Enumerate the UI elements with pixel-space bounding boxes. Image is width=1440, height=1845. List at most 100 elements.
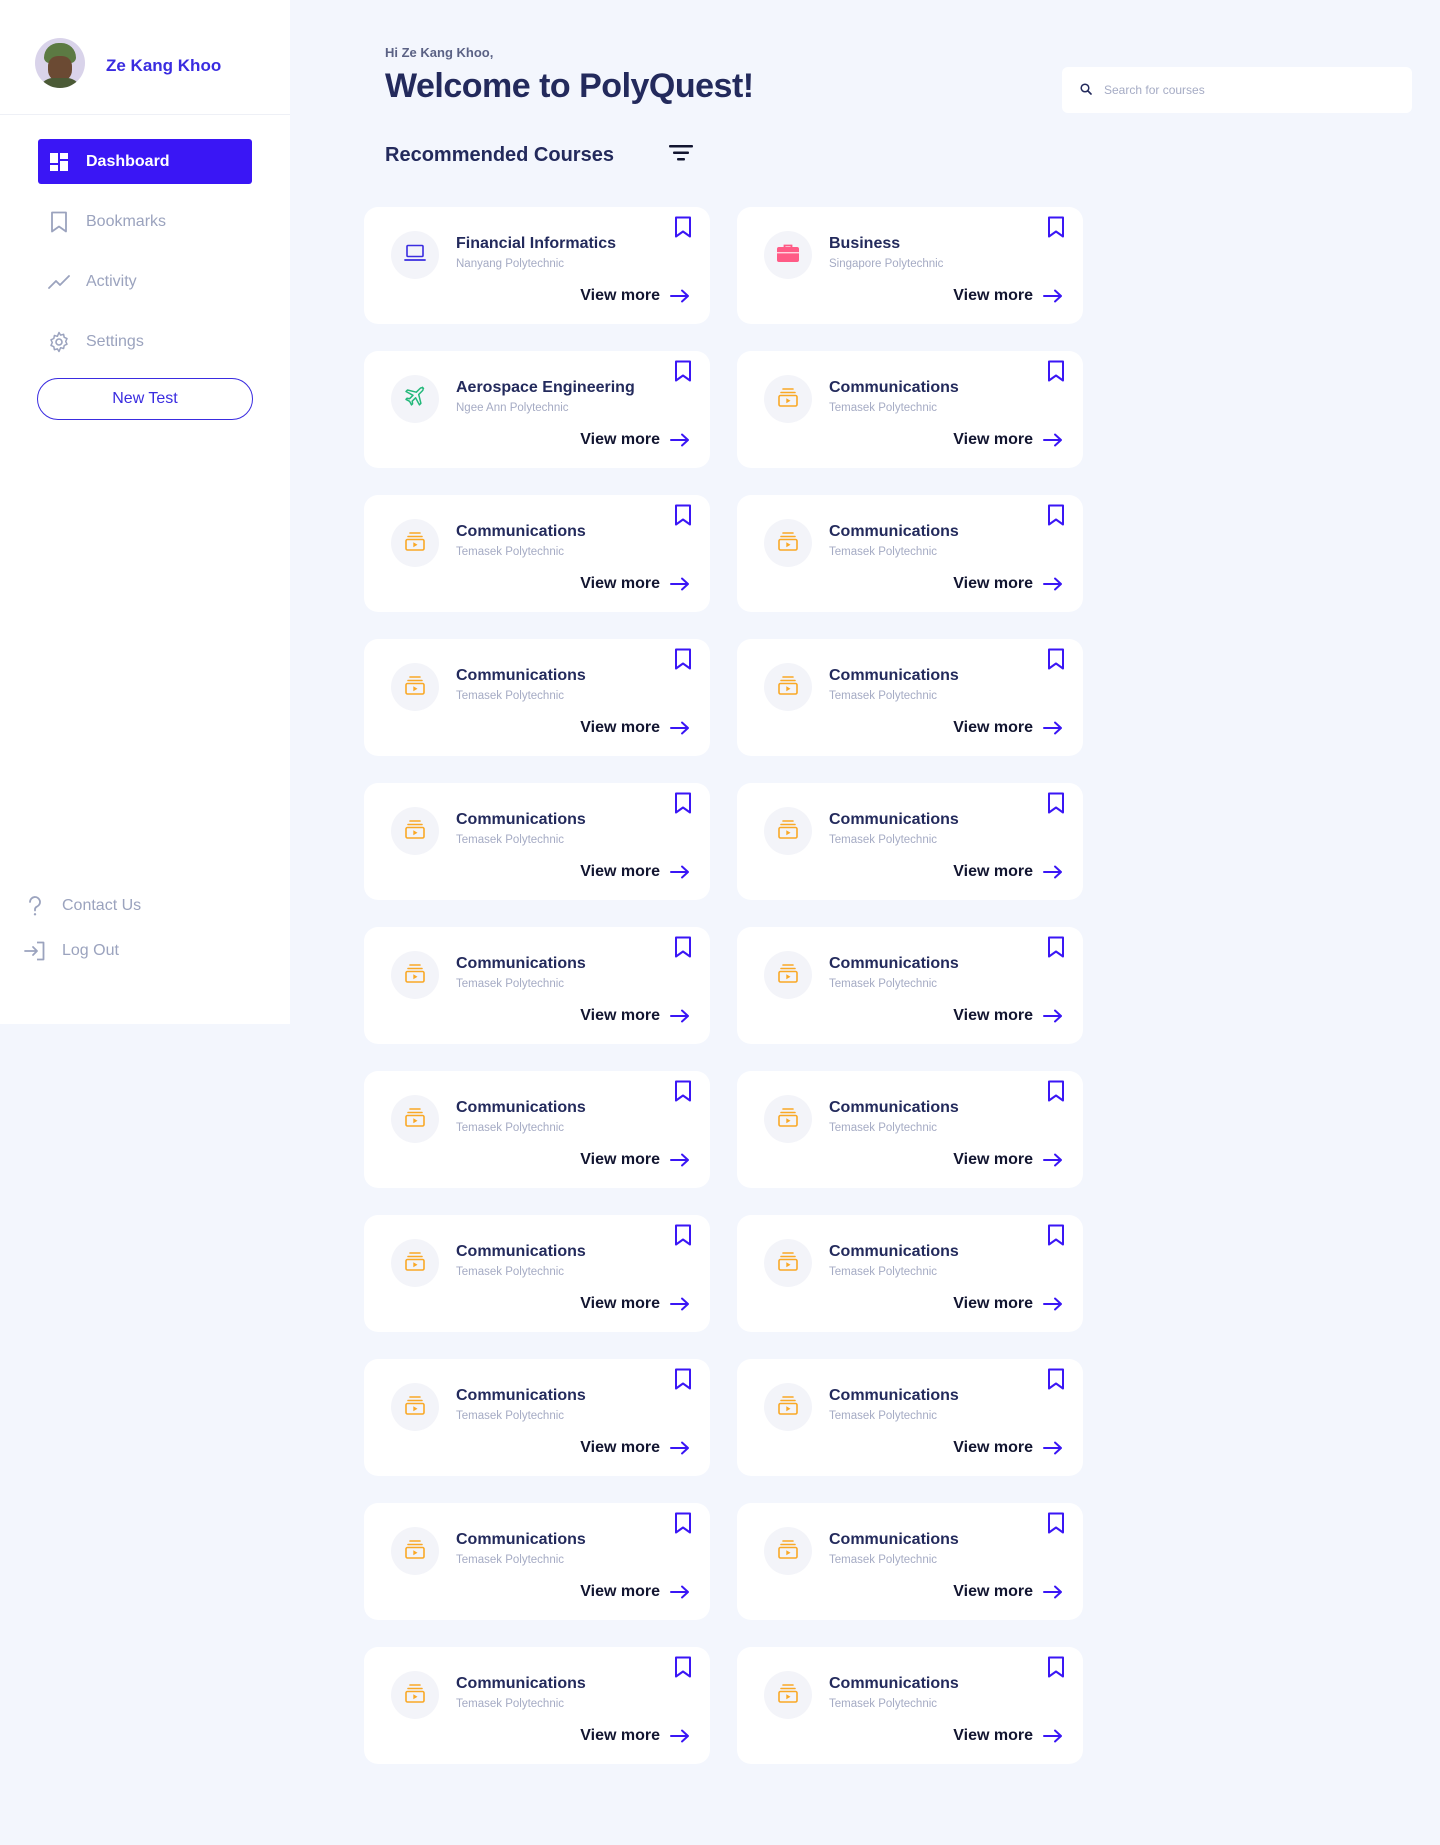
bookmark-button[interactable] bbox=[673, 1224, 693, 1249]
bookmark-button[interactable] bbox=[1046, 792, 1066, 817]
course-card[interactable]: Business Singapore Polytechnic View more bbox=[737, 207, 1083, 324]
view-more-link[interactable]: View more bbox=[580, 719, 690, 737]
view-more-link[interactable]: View more bbox=[953, 575, 1063, 593]
view-more-link[interactable]: View more bbox=[953, 431, 1063, 449]
trend-icon bbox=[48, 271, 70, 293]
course-card[interactable]: Communications Temasek Polytechnic View mo… bbox=[737, 351, 1083, 468]
nav-item-settings[interactable]: Settings bbox=[38, 319, 252, 364]
view-more-link[interactable]: View more bbox=[953, 1151, 1063, 1169]
bookmark-button[interactable] bbox=[1046, 1368, 1066, 1393]
media-icon bbox=[777, 1251, 799, 1276]
course-icon-wrap bbox=[764, 231, 812, 279]
bookmark-button[interactable] bbox=[1046, 1656, 1066, 1681]
bookmark-button[interactable] bbox=[673, 216, 693, 241]
course-card[interactable]: Communications Temasek Polytechnic View mo… bbox=[737, 1359, 1083, 1476]
course-card[interactable]: Communications Temasek Polytechnic View mo… bbox=[737, 1503, 1083, 1620]
course-card[interactable]: Communications Temasek Polytechnic View mo… bbox=[364, 1503, 710, 1620]
view-more-link[interactable]: View more bbox=[953, 863, 1063, 881]
course-card[interactable]: Communications Temasek Polytechnic View mo… bbox=[364, 495, 710, 612]
view-more-link[interactable]: View more bbox=[953, 1583, 1063, 1601]
course-card[interactable]: Communications Temasek Polytechnic View mo… bbox=[737, 639, 1083, 756]
course-card[interactable]: Communications Temasek Polytechnic View mo… bbox=[364, 1215, 710, 1332]
course-title: Communications bbox=[829, 1243, 959, 1260]
view-more-link[interactable]: View more bbox=[580, 431, 690, 449]
avatar[interactable] bbox=[35, 38, 85, 88]
view-more-link[interactable]: View more bbox=[580, 1583, 690, 1601]
bookmark-button[interactable] bbox=[1046, 504, 1066, 529]
course-card[interactable]: Communications Temasek Polytechnic View mo… bbox=[364, 1071, 710, 1188]
bookmark-button[interactable] bbox=[673, 1656, 693, 1681]
bookmark-button[interactable] bbox=[673, 1368, 693, 1395]
course-card[interactable]: Communications Temasek Polytechnic View mo… bbox=[737, 1647, 1083, 1764]
course-card[interactable]: Communications Temasek Polytechnic View mo… bbox=[737, 927, 1083, 1044]
contact-us-link[interactable]: Contact Us bbox=[24, 895, 141, 917]
course-grid: Financial Informatics Nanyang Polytechnic… bbox=[364, 207, 1083, 1764]
nav-item-activity[interactable]: Activity bbox=[38, 259, 252, 304]
course-card[interactable]: Communications Temasek Polytechnic View mo… bbox=[364, 1359, 710, 1476]
view-more-link[interactable]: View more bbox=[953, 719, 1063, 737]
bookmark-button[interactable] bbox=[673, 504, 693, 531]
view-more-link[interactable]: View more bbox=[580, 1007, 690, 1025]
nav-item-dashboard[interactable]: Dashboard bbox=[38, 139, 252, 184]
view-more-link[interactable]: View more bbox=[580, 575, 690, 593]
view-more-link[interactable]: View more bbox=[953, 1295, 1063, 1313]
course-card[interactable]: Communications Temasek Polytechnic View mo… bbox=[364, 783, 710, 900]
bookmark-button[interactable] bbox=[1046, 648, 1066, 673]
view-more-link[interactable]: View more bbox=[580, 1439, 690, 1457]
course-title: Communications bbox=[829, 1099, 959, 1116]
bookmark-button[interactable] bbox=[673, 1512, 693, 1537]
view-more-label: View more bbox=[953, 1727, 1033, 1744]
bookmark-button[interactable] bbox=[1046, 1512, 1066, 1537]
course-card[interactable]: Communications Temasek Polytechnic View mo… bbox=[364, 639, 710, 756]
view-more-label: View more bbox=[953, 1439, 1033, 1456]
bookmark-button[interactable] bbox=[673, 792, 693, 819]
bookmark-button[interactable] bbox=[673, 360, 693, 385]
view-more-link[interactable]: View more bbox=[953, 1727, 1063, 1745]
course-school: Temasek Polytechnic bbox=[456, 1554, 565, 1566]
bookmark-icon bbox=[674, 792, 692, 819]
view-more-label: View more bbox=[953, 1151, 1033, 1168]
view-more-link[interactable]: View more bbox=[580, 1727, 690, 1745]
search-input[interactable] bbox=[1104, 83, 1384, 97]
nav-item-bookmarks[interactable]: Bookmarks bbox=[38, 199, 252, 244]
bookmark-button[interactable] bbox=[1046, 1224, 1066, 1249]
log-out-link[interactable]: Log Out bbox=[24, 940, 119, 962]
bookmark-button[interactable] bbox=[1046, 216, 1066, 241]
search-box[interactable] bbox=[1062, 67, 1412, 113]
arrow-right-icon bbox=[670, 1729, 690, 1743]
view-more-link[interactable]: View more bbox=[580, 1295, 690, 1313]
new-test-button[interactable]: New Test bbox=[37, 378, 253, 420]
view-more-link[interactable]: View more bbox=[953, 1007, 1063, 1025]
view-more-link[interactable]: View more bbox=[580, 287, 690, 305]
arrow-right-icon bbox=[670, 721, 690, 735]
view-more-link[interactable]: View more bbox=[953, 287, 1063, 305]
bookmark-button[interactable] bbox=[673, 1080, 693, 1105]
course-school: Temasek Polytechnic bbox=[456, 1122, 565, 1134]
course-card[interactable]: Communications Temasek Polytechnic View mo… bbox=[737, 1215, 1083, 1332]
course-title: Communications bbox=[829, 955, 959, 972]
media-icon bbox=[777, 531, 799, 556]
course-card[interactable]: Communications Temasek Polytechnic View mo… bbox=[364, 1647, 710, 1764]
view-more-label: View more bbox=[953, 1007, 1033, 1024]
filter-button[interactable] bbox=[667, 142, 695, 168]
bookmark-button[interactable] bbox=[673, 648, 693, 673]
bookmark-button[interactable] bbox=[1046, 936, 1066, 961]
course-card[interactable]: Communications Temasek Polytechnic View mo… bbox=[737, 783, 1083, 900]
profile-name[interactable]: Ze Kang Khoo bbox=[106, 56, 221, 76]
view-more-link[interactable]: View more bbox=[580, 863, 690, 881]
bookmark-icon bbox=[1047, 1080, 1065, 1107]
arrow-right-icon bbox=[1043, 721, 1063, 735]
course-icon-wrap bbox=[391, 951, 439, 999]
bookmark-icon bbox=[674, 504, 692, 531]
view-more-link[interactable]: View more bbox=[953, 1439, 1063, 1457]
bookmark-button[interactable] bbox=[1046, 360, 1066, 385]
view-more-link[interactable]: View more bbox=[580, 1151, 690, 1169]
course-card[interactable]: Communications Temasek Polytechnic View mo… bbox=[737, 1071, 1083, 1188]
course-card[interactable]: Communications Temasek Polytechnic View mo… bbox=[737, 495, 1083, 612]
course-card[interactable]: Communications Temasek Polytechnic View mo… bbox=[364, 927, 710, 1044]
course-card[interactable]: Financial Informatics Nanyang Polytechnic… bbox=[364, 207, 710, 324]
bookmark-icon bbox=[674, 1368, 692, 1395]
bookmark-button[interactable] bbox=[673, 936, 693, 961]
course-card[interactable]: Aerospace Engineering Ngee Ann Polytechni… bbox=[364, 351, 710, 468]
bookmark-button[interactable] bbox=[1046, 1080, 1066, 1107]
